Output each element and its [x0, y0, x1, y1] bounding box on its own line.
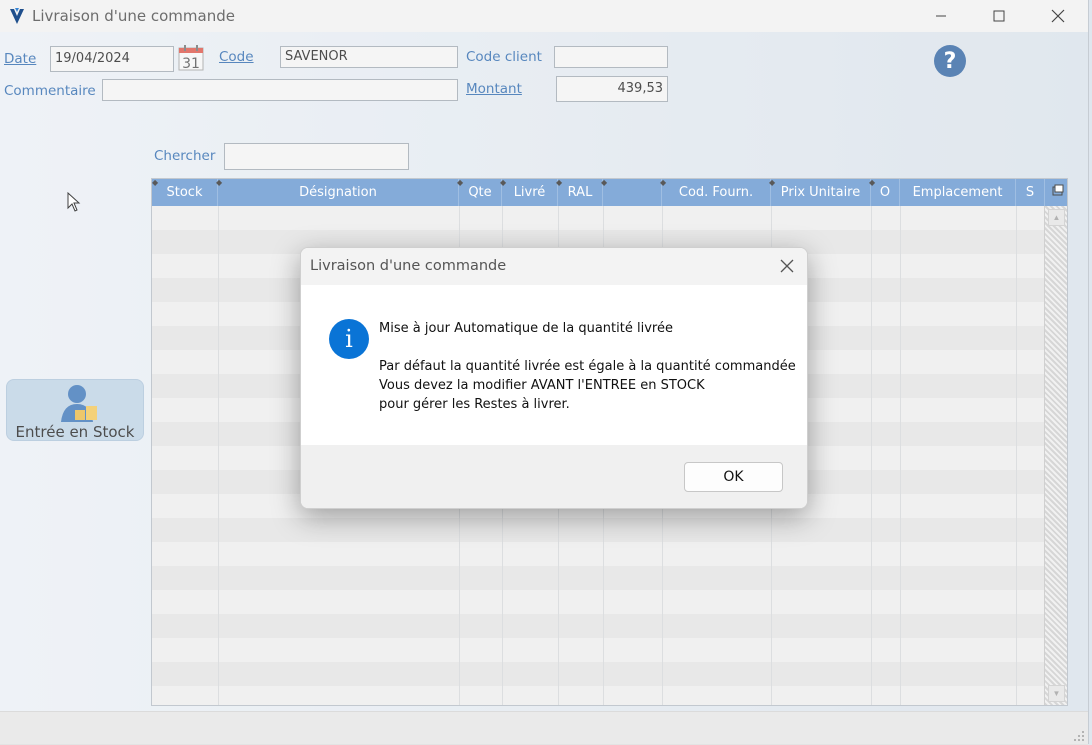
ok-button[interactable]: OK: [684, 462, 783, 492]
close-icon: [1051, 9, 1065, 23]
dialog-message-line2: Par défaut la quantité livrée est égale …: [379, 359, 796, 374]
minimize-button[interactable]: [918, 0, 964, 32]
dialog-message-line1: Mise à jour Automatique de la quantité l…: [379, 321, 673, 336]
dialog-message-line3: Vous devez la modifier AVANT l'ENTREE en…: [379, 378, 705, 393]
title-bar: Livraison d'une commande: [0, 0, 1088, 32]
close-button[interactable]: [1035, 0, 1081, 32]
app-logo-icon: [10, 8, 24, 24]
dialog-message-line4: pour gérer les Restes à livrer.: [379, 397, 570, 412]
dialog-close-icon[interactable]: [777, 256, 797, 276]
window-title: Livraison d'une commande: [32, 7, 235, 25]
info-icon: i: [329, 319, 369, 359]
message-dialog: Livraison d'une commande i Mise à jour A…: [300, 247, 808, 509]
maximize-button[interactable]: [976, 0, 1022, 32]
minimize-icon: [936, 15, 946, 17]
maximize-icon: [993, 10, 1005, 22]
dialog-title: Livraison d'une commande: [310, 258, 507, 274]
